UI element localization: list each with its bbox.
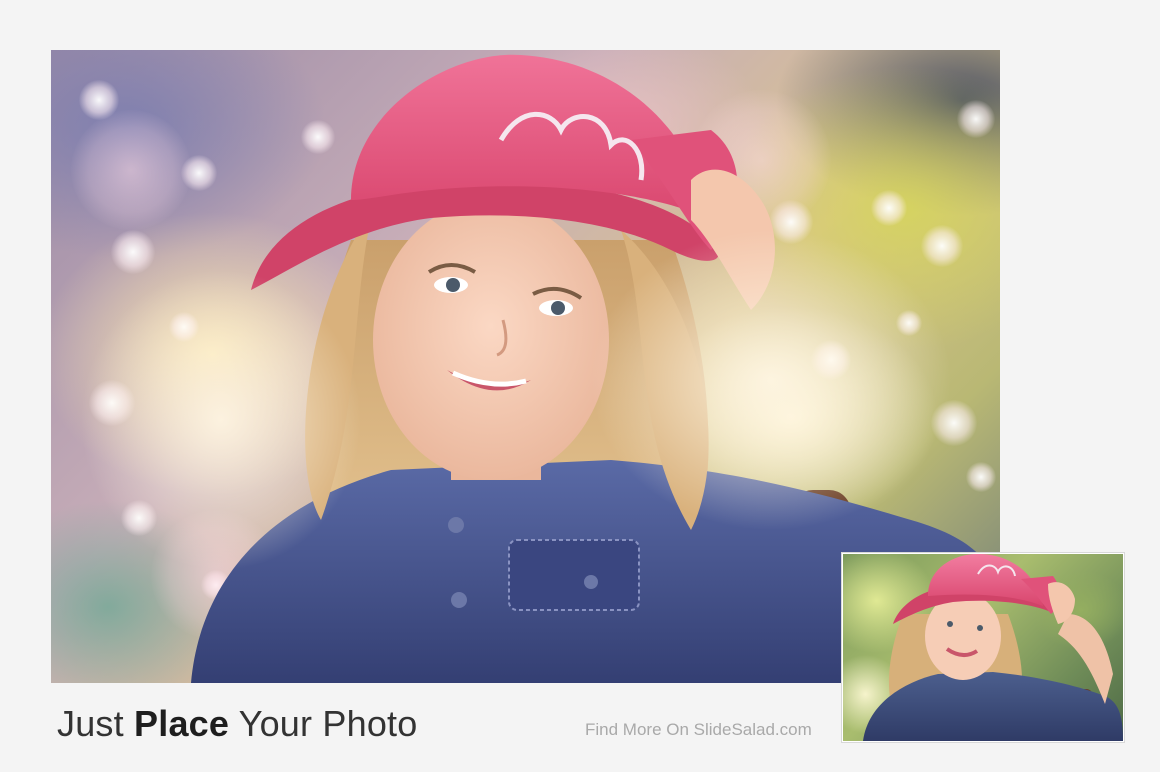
headline-part-2: Your Photo [229,703,418,744]
face [373,200,609,480]
headline-part-1: Just [57,703,135,744]
footer-link[interactable]: Find More On SlideSalad.com [585,718,812,742]
shirt-button [584,575,598,589]
shirt-button [451,592,467,608]
headline: Just Place Your Photo [57,700,417,748]
eye [446,278,460,292]
shirt-button [448,517,464,533]
thumbnail-girl-illustration [863,554,1123,741]
eye [551,301,565,315]
shirt-pocket [508,539,640,611]
thumbnail-photo [842,553,1124,742]
headline-emphasis: Place [134,703,230,744]
